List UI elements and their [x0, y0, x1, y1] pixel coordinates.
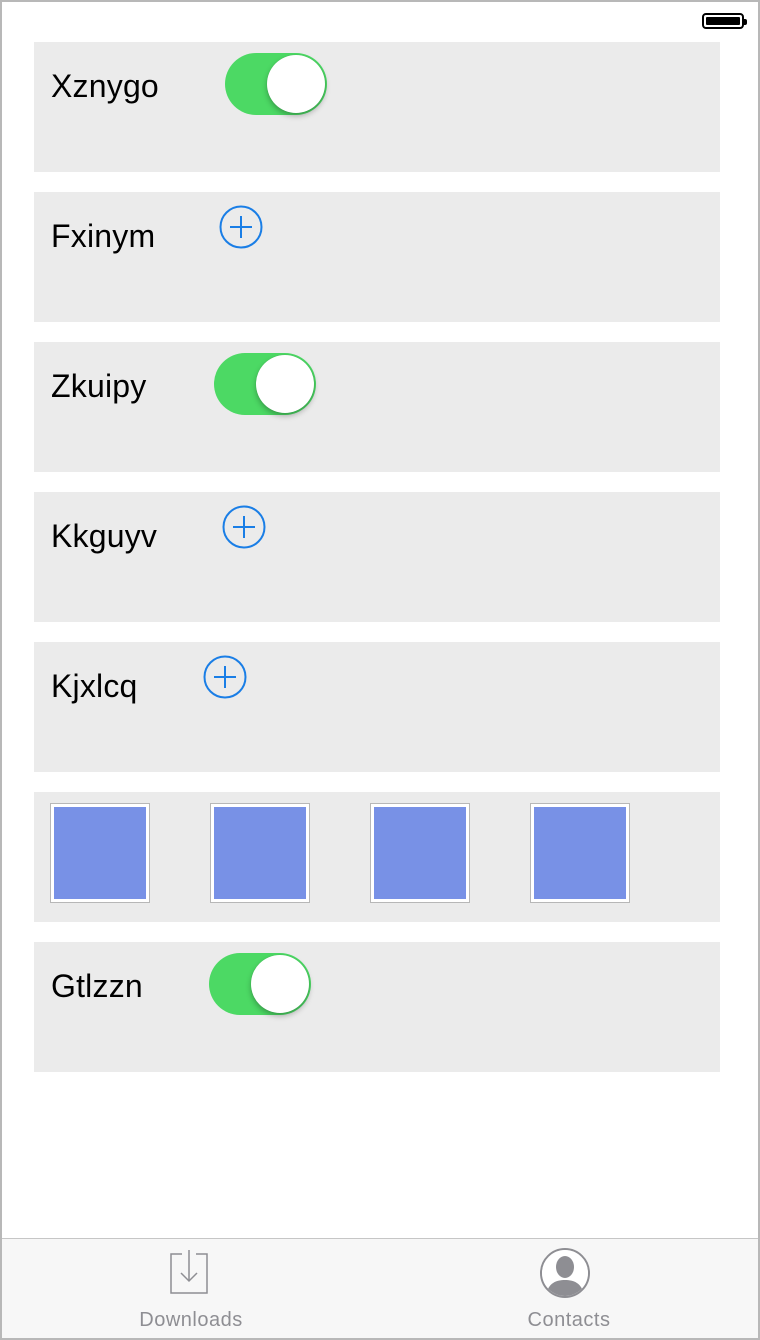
row-label: Zkuipy [51, 368, 147, 404]
tab-label: Contacts [527, 1309, 611, 1331]
row-label: Gtlzzn [51, 968, 143, 1004]
add-circle-icon[interactable] [222, 505, 266, 549]
thumbnail-row [34, 792, 720, 922]
toggle-knob [251, 955, 309, 1013]
download-tray-icon [170, 1250, 208, 1294]
add-circle-icon[interactable] [203, 655, 247, 699]
thumbnail[interactable] [210, 803, 310, 903]
row-zkuipy: Zkuipy [34, 342, 720, 472]
toggle-switch[interactable] [214, 353, 316, 415]
row-label: Kkguyv [51, 518, 158, 554]
row-gtlzzn: Gtlzzn [34, 942, 720, 1072]
toggle-knob [267, 55, 325, 113]
row-fxinym: Fxinym [34, 192, 720, 322]
tab-downloads[interactable]: Downloads [2, 1239, 380, 1338]
toggle-knob [256, 355, 314, 413]
row-xznygo: Xznygo [34, 42, 720, 172]
row-label: Fxinym [51, 218, 156, 254]
toggle-switch[interactable] [225, 53, 327, 115]
thumbnail[interactable] [370, 803, 470, 903]
thumbnail[interactable] [50, 803, 150, 903]
row-kkguyv: Kkguyv [34, 492, 720, 622]
row-label: Xznygo [51, 68, 159, 104]
tab-bar: Downloads Contacts [2, 1238, 758, 1338]
app-screen: Xznygo Fxinym Zkuipy Kkguyv Kjxlcq Gtlzz… [0, 0, 760, 1340]
tab-contacts[interactable]: Contacts [380, 1239, 758, 1338]
battery-icon [702, 13, 747, 29]
row-label: Kjxlcq [51, 668, 138, 704]
thumbnail[interactable] [530, 803, 630, 903]
tab-label: Downloads [139, 1309, 243, 1331]
contact-avatar-icon [540, 1248, 590, 1298]
toggle-switch[interactable] [209, 953, 311, 1015]
row-kjxlcq: Kjxlcq [34, 642, 720, 772]
add-circle-icon[interactable] [219, 205, 263, 249]
